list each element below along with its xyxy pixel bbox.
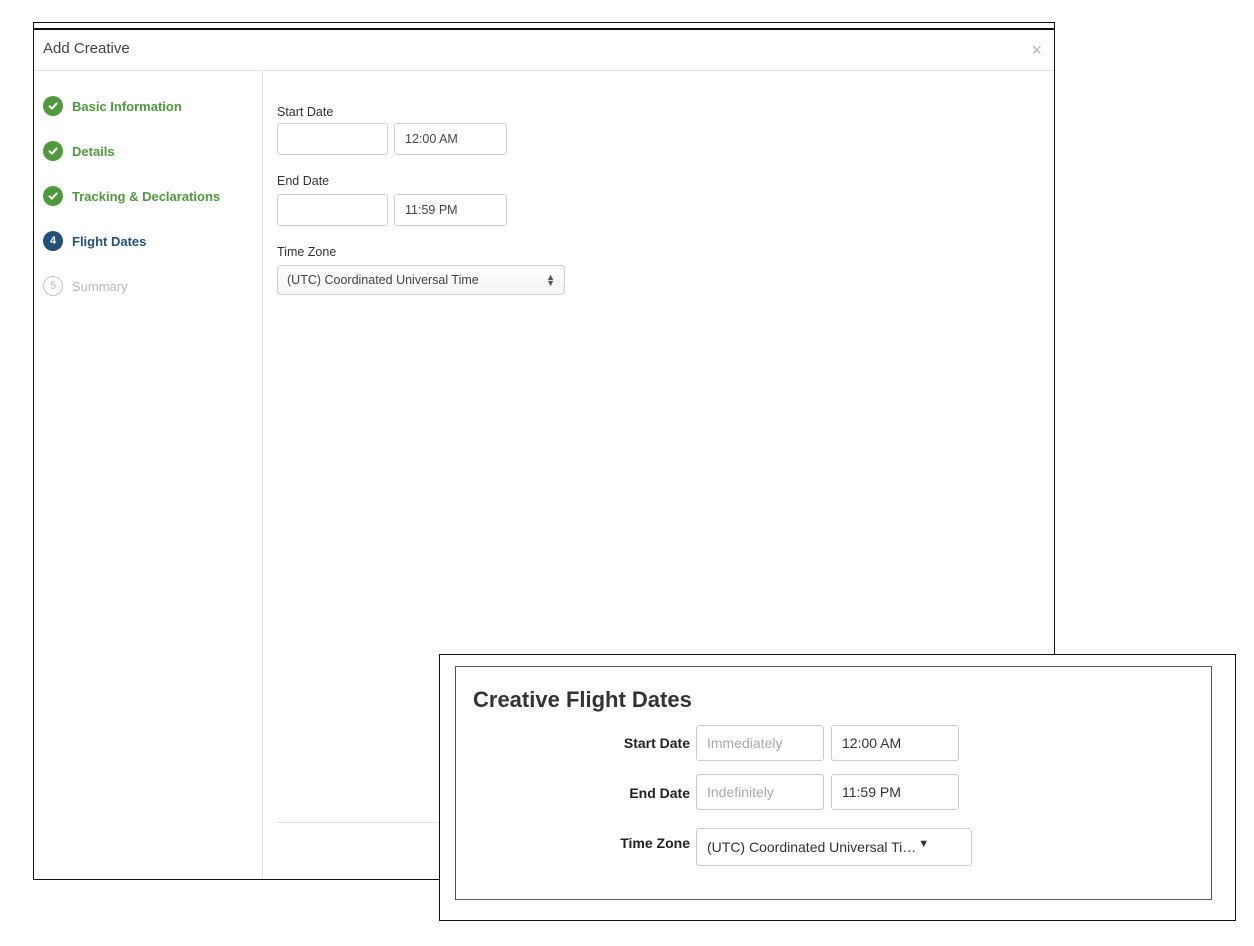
step-summary[interactable]: 5 Summary <box>43 275 128 297</box>
inset-form-box: Creative Flight Dates Start Date Immedia… <box>455 666 1212 900</box>
inset-start-time-input[interactable]: 12:00 AM <box>831 725 959 761</box>
wizard-steps-sidebar: Basic Information Details Tracking & Dec… <box>34 71 263 879</box>
modal-top-border <box>34 28 1054 30</box>
step-details[interactable]: Details <box>43 140 115 162</box>
modal-header: Add Creative × <box>34 31 1054 71</box>
inset-end-time-input[interactable]: 11:59 PM <box>831 774 959 810</box>
inset-start-time-value: 12:00 AM <box>842 735 902 751</box>
inset-time-zone-value: (UTC) Coordinated Universal Ti… <box>707 839 917 855</box>
start-date-input[interactable] <box>277 123 388 155</box>
end-time-input[interactable]: 11:59 PM <box>394 194 507 226</box>
inset-start-date-placeholder: Immediately <box>707 735 783 751</box>
step-label: Details <box>72 143 115 159</box>
updown-arrows-icon: ▲ ▼ <box>546 272 555 288</box>
start-time-input[interactable]: 12:00 AM <box>394 123 507 155</box>
close-icon[interactable]: × <box>1031 41 1042 59</box>
check-circle-icon <box>43 96 63 116</box>
flight-dates-inset-panel: Creative Flight Dates Start Date Immedia… <box>439 654 1236 921</box>
step-label: Summary <box>72 278 128 294</box>
check-circle-icon <box>43 186 63 206</box>
start-time-value: 12:00 AM <box>405 132 458 146</box>
end-date-label: End Date <box>277 174 330 188</box>
inset-start-date-label: Start Date <box>623 735 690 751</box>
inset-end-date-label: End Date <box>629 785 690 801</box>
end-time-value: 11:59 PM <box>405 203 458 217</box>
step-number-badge: 5 <box>43 276 63 296</box>
step-number-badge: 4 <box>43 231 63 251</box>
time-zone-label: Time Zone <box>277 245 337 259</box>
step-tracking-declarations[interactable]: Tracking & Declarations <box>43 185 220 207</box>
inset-end-time-value: 11:59 PM <box>842 784 901 800</box>
step-basic-information[interactable]: Basic Information <box>43 95 182 117</box>
end-date-input[interactable] <box>277 194 388 226</box>
inset-time-zone-label: Time Zone <box>620 835 690 851</box>
inset-title: Creative Flight Dates <box>473 687 692 712</box>
check-circle-icon <box>43 141 63 161</box>
inset-end-date-placeholder: Indefinitely <box>707 784 774 800</box>
time-zone-select[interactable]: (UTC) Coordinated Universal Time ▲ ▼ <box>277 265 565 295</box>
step-label: Tracking & Declarations <box>72 188 221 204</box>
inset-end-date-input[interactable]: Indefinitely <box>696 774 824 810</box>
time-zone-value: (UTC) Coordinated Universal Time <box>287 273 479 287</box>
inset-time-zone-select[interactable]: (UTC) Coordinated Universal Ti… ▼ <box>696 828 972 866</box>
step-label: Flight Dates <box>72 233 147 249</box>
step-label: Basic Information <box>72 98 182 114</box>
step-flight-dates[interactable]: 4 Flight Dates <box>43 230 146 252</box>
inset-start-date-input[interactable]: Immediately <box>696 725 824 761</box>
caret-down-icon: ▼ <box>918 838 930 850</box>
modal-title: Add Creative <box>43 40 130 57</box>
start-date-label: Start Date <box>277 105 334 119</box>
